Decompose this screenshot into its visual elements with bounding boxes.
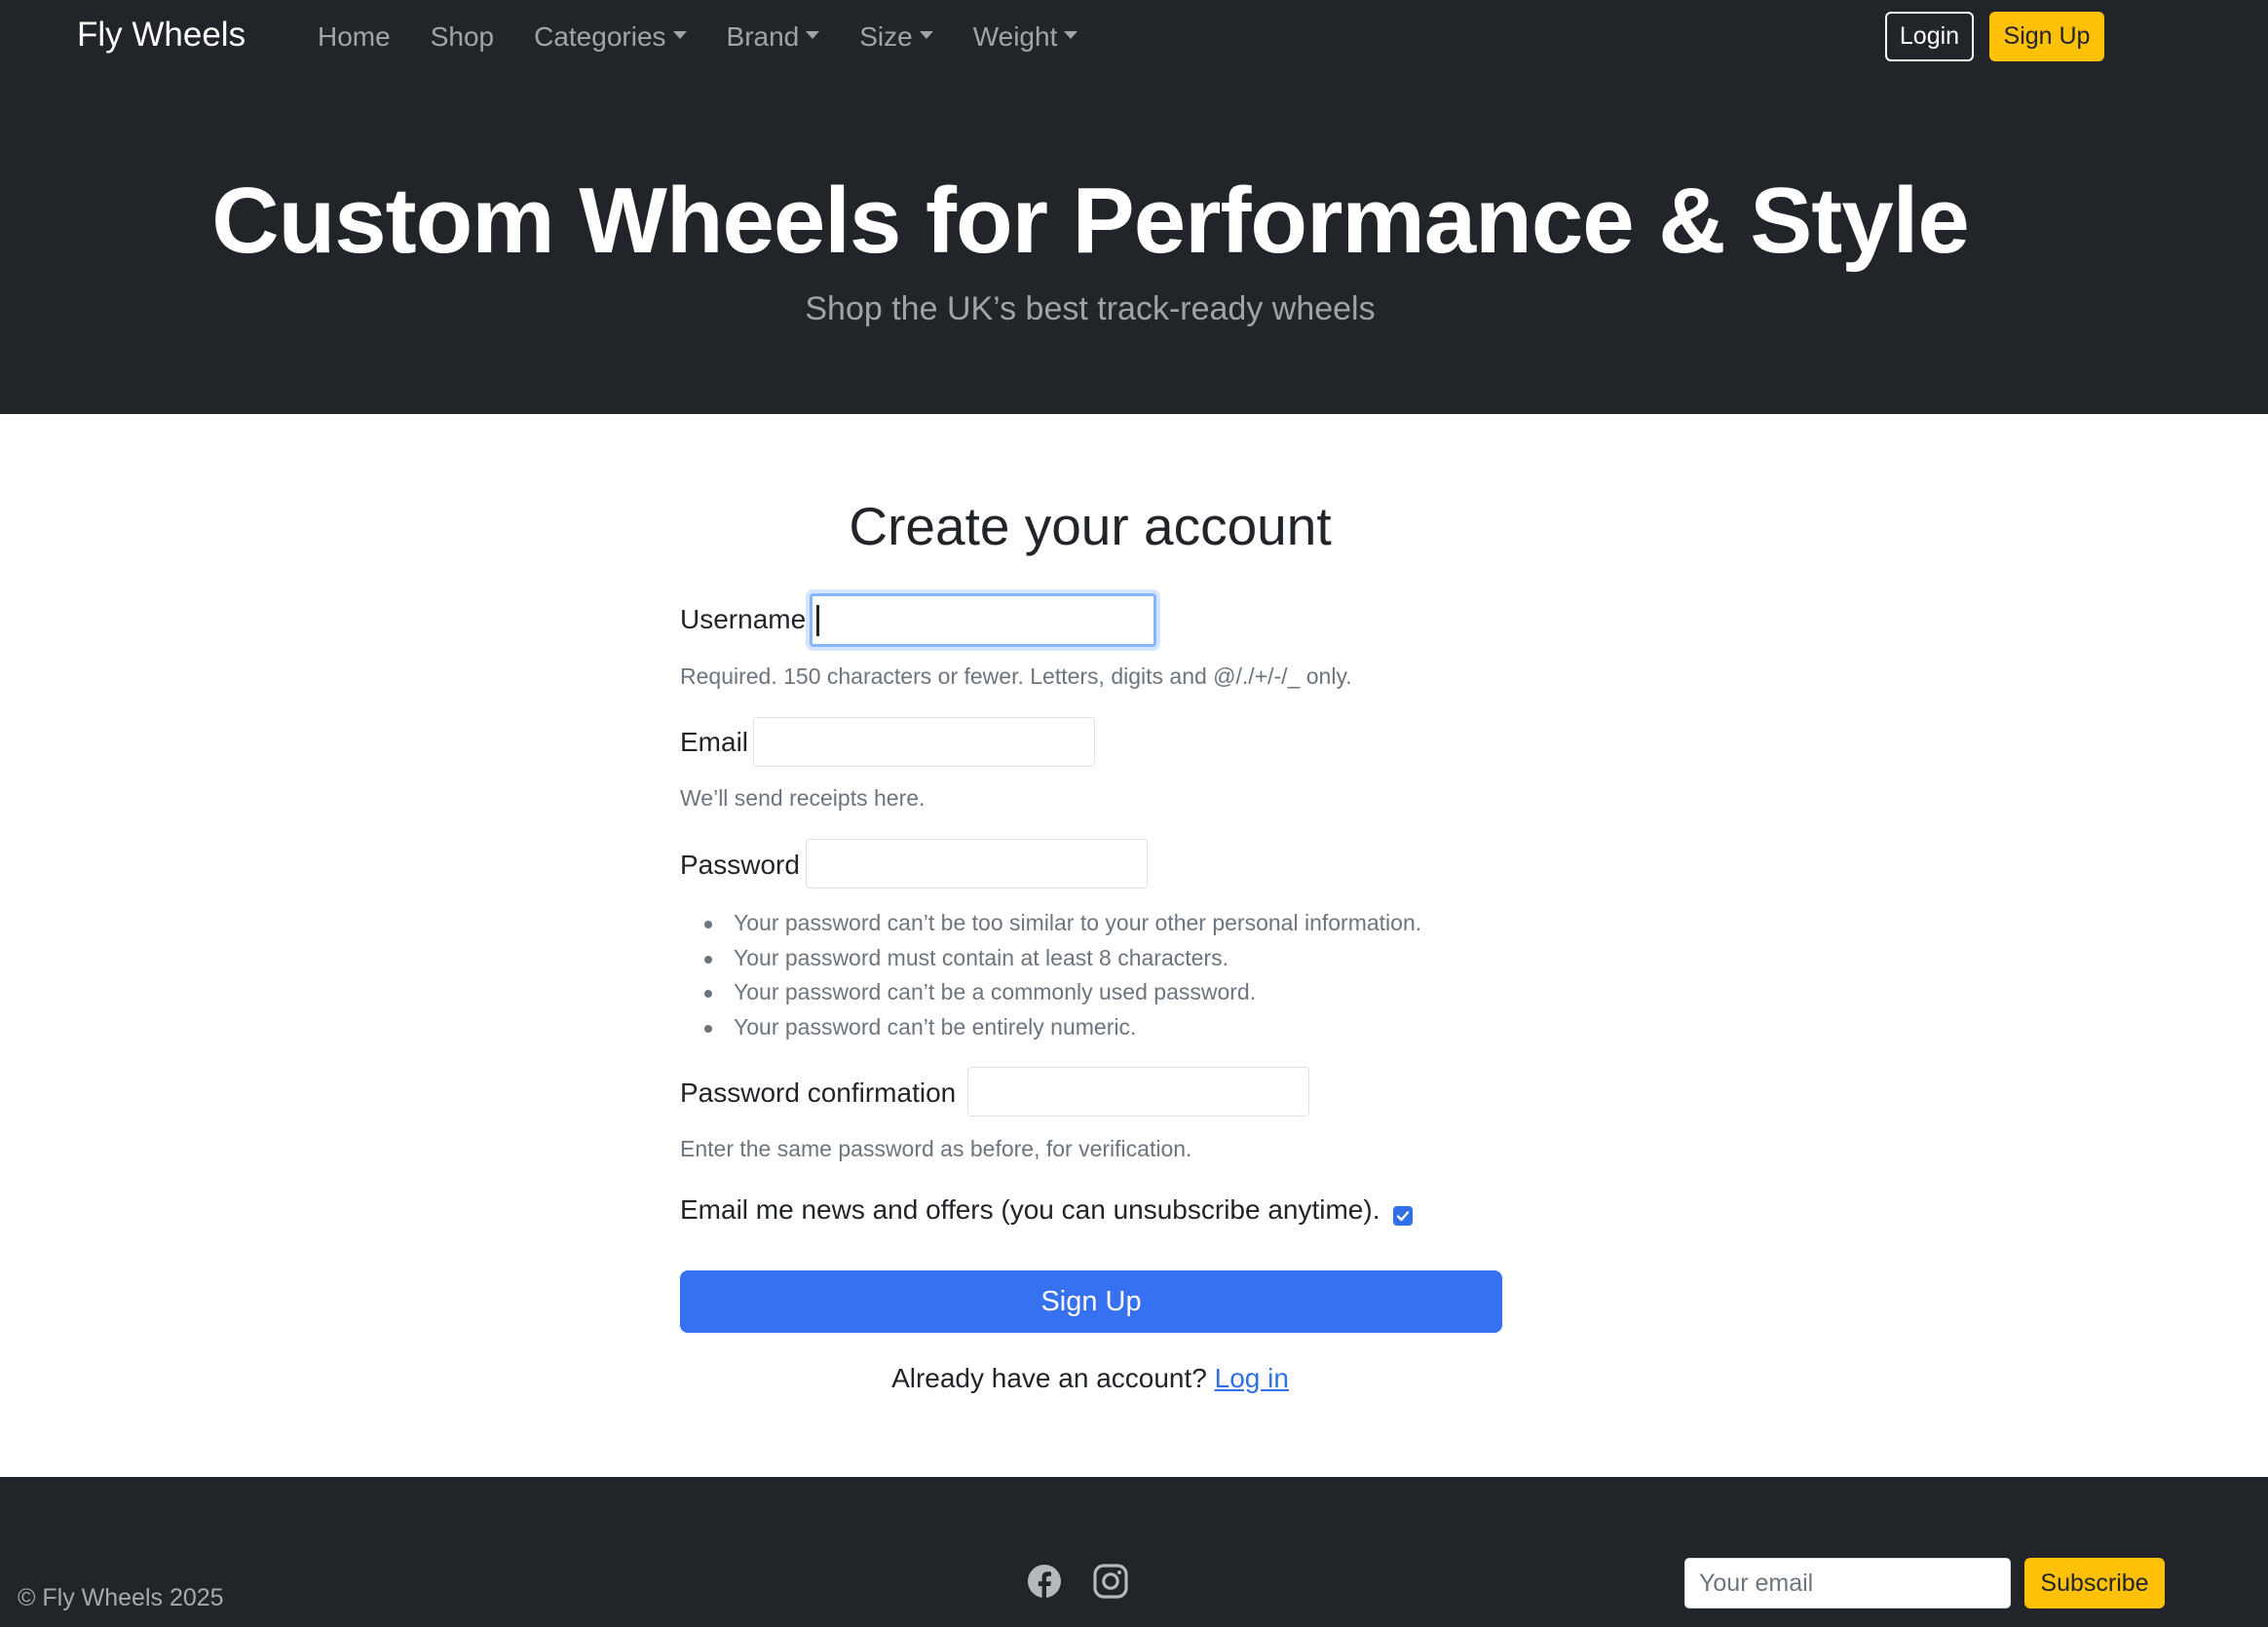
brand-logo[interactable]: Fly Wheels [77, 15, 246, 56]
username-label: Username [680, 604, 807, 634]
newsletter-email-input[interactable] [1684, 1558, 2011, 1608]
email-help: We’ll send receipts here. [680, 785, 926, 811]
password-label: Password [680, 850, 800, 880]
hero-title: Custom Wheels for Performance & Style [211, 169, 1969, 273]
signup-submit-button[interactable]: Sign Up [680, 1270, 1502, 1333]
nav-shop[interactable]: Shop [431, 18, 494, 57]
nav-home-label: Home [318, 21, 391, 52]
password-help-item: Your password can’t be a commonly used p… [680, 975, 1421, 1010]
instagram-icon[interactable] [1093, 1564, 1128, 1599]
caret-down-icon [672, 31, 687, 39]
caret-down-icon [919, 31, 933, 39]
nav-categories-label: Categories [534, 21, 666, 52]
subscribe-button[interactable]: Subscribe [2024, 1558, 2165, 1608]
nav-weight-label: Weight [972, 21, 1058, 52]
footer: © Fly Wheels 2025 Subscribe [0, 1477, 2268, 1627]
login-link[interactable]: Log in [1215, 1363, 1289, 1393]
password-confirmation-label: Password confirmation [680, 1078, 957, 1108]
nav-links: Home Shop Categories Brand Size Weight [318, 18, 1117, 57]
form-title: Create your account [849, 496, 1332, 556]
password-help-item: Your password must contain at least 8 ch… [680, 941, 1421, 976]
nav-size-dropdown[interactable]: Size [859, 18, 933, 57]
nav-home[interactable]: Home [318, 18, 391, 57]
email-label: Email [680, 727, 749, 757]
password-help-item: Your password can’t be too similar to yo… [680, 906, 1421, 941]
email-input[interactable] [753, 717, 1095, 767]
username-input[interactable] [810, 593, 1156, 647]
hero-subtitle: Shop the UK’s best track-ready wheels [805, 290, 1376, 327]
nav-shop-label: Shop [430, 21, 495, 52]
checkmark-icon [1396, 1211, 1410, 1222]
newsletter-checkbox[interactable] [1393, 1206, 1413, 1226]
login-prompt-text: Already have an account? [891, 1363, 1207, 1393]
nav-size-label: Size [859, 21, 913, 52]
username-help: Required. 150 characters or fewer. Lette… [680, 663, 1352, 689]
password-help-list: Your password can’t be too similar to yo… [680, 906, 1421, 1044]
signup-nav-button[interactable]: Sign Up [1989, 12, 2104, 61]
password-confirmation-input[interactable] [967, 1067, 1309, 1116]
password-confirmation-help: Enter the same password as before, for v… [680, 1136, 1192, 1161]
text-cursor [816, 605, 819, 636]
login-button[interactable]: Login [1885, 12, 1974, 61]
facebook-icon[interactable] [1027, 1564, 1062, 1599]
nav-weight-dropdown[interactable]: Weight [973, 18, 1078, 57]
password-help-item: Your password can’t be entirely numeric. [680, 1010, 1421, 1045]
nav-categories-dropdown[interactable]: Categories [534, 18, 687, 57]
password-input[interactable] [806, 839, 1148, 889]
hero-banner: Custom Wheels for Performance & Style Sh… [0, 72, 2268, 414]
login-prompt: Already have an account? Log in [0, 1361, 2180, 1396]
nav-brand-label: Brand [726, 21, 800, 52]
top-navbar: Fly Wheels Home Shop Categories Brand Si… [0, 0, 2268, 72]
caret-down-icon [1064, 31, 1078, 39]
nav-brand-dropdown[interactable]: Brand [727, 18, 820, 57]
copyright-text: © Fly Wheels 2025 [18, 1584, 224, 1611]
caret-down-icon [806, 31, 820, 39]
newsletter-label: Email me news and offers (you can unsubs… [680, 1194, 1380, 1225]
